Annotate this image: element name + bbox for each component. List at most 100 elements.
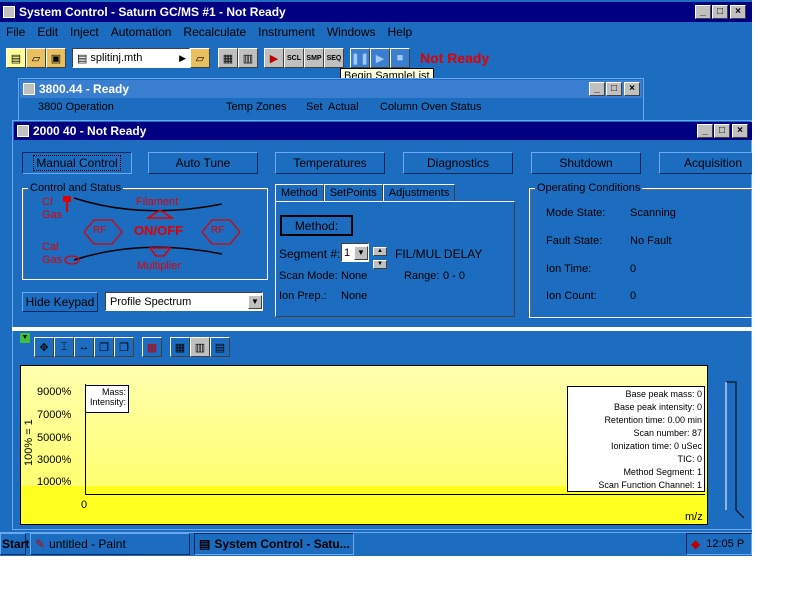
win-3800-title-bar[interactable]: 3800.44 - Ready _ □ × [20,80,642,98]
auto-tune-button[interactable]: Auto Tune [148,152,258,174]
table-icon[interactable]: ▦ [170,337,190,357]
ion-count-label: Ion Count: [546,290,597,302]
win-3800-maximize-button[interactable]: □ [606,82,622,96]
base-peak-mass: Base peak mass: 0 [625,389,702,399]
win-2000-minimize-button[interactable]: _ [697,124,713,138]
ion-time-value: 0 [630,263,637,275]
menu-file[interactable]: File [0,25,31,39]
menu-automation[interactable]: Automation [105,25,178,39]
x-axis [85,494,705,495]
status-text: Not Ready [420,50,490,66]
tab-method[interactable]: Method [275,184,324,202]
cal-gas-label: Gas [42,254,63,266]
single-sample-icon[interactable]: SMP [304,48,324,68]
maximize-button[interactable]: □ [712,5,728,19]
win-3800-minimize-button[interactable]: _ [589,82,605,96]
shutdown-button[interactable]: Shutdown [531,152,641,174]
window-copy-icon[interactable]: ❐ [94,337,114,357]
view-icon[interactable]: ▥ [238,48,258,68]
manual-control-button[interactable]: Manual Control [22,152,132,174]
slider-track [725,381,745,519]
scan-info-box: Base peak mass: 0 Base peak intensity: 0… [567,386,705,492]
method-button[interactable]: Method: [280,215,353,236]
taskbar-item-system-control[interactable]: ▤ System Control - Satu... [194,533,354,555]
save-icon[interactable]: ▣ [46,48,66,68]
stop-icon[interactable]: ■ [390,48,410,68]
segment-spinner[interactable]: ▲ ▼ [373,243,387,269]
menu-instrument[interactable]: Instrument [252,25,321,39]
zoom-horizontal-icon[interactable]: ↔ [74,337,94,357]
ion-count-value: 0 [630,290,637,302]
cal-vial-icon [64,255,80,265]
menu-recalculate[interactable]: Recalculate [177,25,252,39]
scan-number: Scan number: 87 [633,428,702,438]
segment-description: FIL/MUL DELAY [395,247,483,261]
open-icon[interactable]: ▱ [26,48,46,68]
win-3800-title: 3800.44 - Ready [39,82,130,96]
close-button[interactable]: × [730,5,746,19]
operating-conditions-label: Operating Conditions [535,182,643,194]
start-button[interactable]: Start [0,533,29,555]
color-grid-icon[interactable]: ▦ [142,337,162,357]
spin-down-icon[interactable]: ▼ [373,260,387,269]
menu-edit[interactable]: Edit [31,25,64,39]
play-icon[interactable]: ▶ [370,48,390,68]
method-file-select[interactable]: ▤ splitinj.mth ▶ [72,48,190,68]
pause-icon[interactable]: ❚❚ [350,48,370,68]
splitter[interactable] [12,327,752,331]
onoff-button[interactable]: ON/OFF [134,223,183,238]
control-status-diagram: CI Gas Cal Gas Filament ON/OFF RF RF Mul… [22,190,268,280]
report-icon[interactable]: ▦ [218,48,238,68]
system-tray: ◆ 12:05 P [686,533,752,555]
file-icon: ▤ [77,52,88,65]
win-2000-maximize-button[interactable]: □ [714,124,730,138]
chevron-down-icon[interactable]: ▼ [354,245,368,260]
open-folder-icon[interactable]: ▱ [190,48,210,68]
segment-select[interactable]: 1 ▼ [341,243,369,262]
multiplier-label: Multiplier [137,260,182,272]
sample-list-icon[interactable]: SCL [284,48,304,68]
tic: TIC: 0 [677,454,702,464]
new-icon[interactable]: ▤ [6,48,26,68]
ion-time-label: Ion Time: [546,263,592,275]
collapse-icon[interactable]: ▼ [20,333,30,343]
cursor-icon[interactable]: ⌶ [54,337,74,357]
diagnostics-button[interactable]: Diagnostics [403,152,513,174]
app-icon [3,6,15,18]
clock: 12:05 P [706,538,745,550]
taskbar-item-paint[interactable]: ✎ untitled - Paint [30,533,190,555]
menu-help[interactable]: Help [382,25,419,39]
rf-right-label: RF [211,225,225,236]
spin-up-icon[interactable]: ▲ [373,247,387,256]
hide-keypad-button[interactable]: Hide Keypad [22,292,98,312]
temperatures-button[interactable]: Temperatures [275,152,385,174]
menu-inject[interactable]: Inject [64,25,105,39]
tab-setpoints[interactable]: SetPoints [323,184,383,202]
bar-spectrum-icon[interactable]: ▥ [190,337,210,357]
header-actual: Actual [328,101,359,113]
mode-state-value: Scanning [630,207,676,219]
taskbar-item-system-control-label: System Control - Satu... [214,537,350,551]
win-2000-title-bar[interactable]: 2000 40 - Not Ready _ □ × [14,122,752,140]
minimize-button[interactable]: _ [695,5,711,19]
sequence-icon[interactable]: SEQ [324,48,344,68]
begin-icon[interactable]: ▶ [264,48,284,68]
main-title-bar[interactable]: System Control - Saturn GC/MS #1 - Not R… [0,2,752,22]
intensity-slider[interactable] [716,380,746,520]
win-2000-close-button[interactable]: × [732,124,748,138]
window-restore-icon[interactable]: ❐ [114,337,134,357]
tab-adjustments[interactable]: Adjustments [382,184,456,202]
win-3800-close-button[interactable]: × [624,82,640,96]
profile-spectrum-icon[interactable]: ▤ [210,337,230,357]
network-icon[interactable]: ◆ [691,537,700,551]
header-temp-zones: Temp Zones [226,101,287,113]
crosshair-icon[interactable]: ✥ [34,337,54,357]
mass-label: Mass: [101,387,126,397]
menu-windows[interactable]: Windows [321,25,382,39]
chevron-down-icon[interactable]: ▼ [248,294,262,309]
spectrum-toolbar: ✥ ⌶ ↔ ❐ ❐ ▦ ▦ ▥ ▤ [34,337,244,359]
window-icon [17,125,29,137]
acquisition-button[interactable]: Acquisition [659,152,752,174]
spectrum-select[interactable]: Profile Spectrum ▼ [105,292,263,311]
filament-label: Filament [136,196,179,208]
